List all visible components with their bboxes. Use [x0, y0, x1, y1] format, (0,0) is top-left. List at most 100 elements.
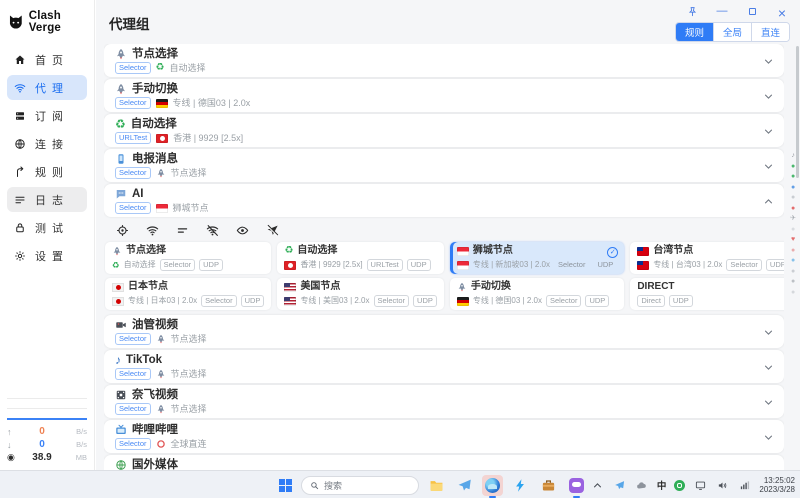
music-note-icon: ♪	[115, 355, 121, 365]
chevron-down-icon[interactable]	[763, 161, 774, 172]
search-placeholder: 搜索	[324, 479, 342, 492]
chevron-down-icon[interactable]	[763, 362, 774, 373]
sidebar-item-subscription[interactable]: 订阅	[7, 103, 87, 128]
group-row-node-select[interactable]: 节点选择 Selector♻自动选择	[104, 44, 784, 77]
sidebar-item-test[interactable]: 测试	[7, 215, 87, 240]
traffic-graph	[7, 390, 87, 420]
mode-rule-button[interactable]: 规则	[676, 23, 713, 41]
node-card-node-select[interactable]: 节点选择 ♻自动选择SelectorUDP	[105, 242, 271, 274]
globe-icon	[115, 459, 127, 470]
chevron-down-icon[interactable]	[763, 327, 774, 338]
taskbar-clock[interactable]: 13:25:02 2023/3/28	[759, 476, 795, 495]
edge-browser-icon[interactable]	[482, 475, 503, 496]
sidebar-item-home[interactable]: 首页	[7, 47, 87, 72]
briefcase-app-icon[interactable]	[538, 475, 559, 496]
group-current: 专线 | 德国03 | 2.0x	[173, 98, 251, 109]
chevron-down-icon[interactable]	[763, 56, 774, 67]
chevron-down-icon[interactable]	[763, 432, 774, 443]
group-row-telegram[interactable]: 电报消息 Selector节点选择	[104, 149, 784, 182]
sidebar-nav: 首页 代理 订阅 连接 规则 日志 测试 设置	[0, 46, 94, 269]
flag-jp-icon	[112, 283, 124, 292]
rules-icon	[14, 166, 26, 178]
chevron-up-icon[interactable]	[763, 196, 774, 207]
phone-icon	[115, 153, 127, 165]
sidebar-item-connections[interactable]: 连接	[7, 131, 87, 156]
chat-app-icon[interactable]	[566, 475, 587, 496]
tray-speaker-icon[interactable]	[715, 478, 729, 492]
telegram-app-icon[interactable]	[454, 475, 475, 496]
close-button[interactable]: ×	[776, 5, 788, 17]
group-toolbar	[104, 219, 784, 241]
tray-monitor-icon[interactable]	[693, 478, 707, 492]
tray-wechat-icon[interactable]	[674, 480, 685, 491]
scrollbar-thumb[interactable]	[796, 46, 799, 178]
minimize-button[interactable]: —	[716, 5, 728, 17]
tray-cloud-icon[interactable]	[635, 478, 649, 492]
tray-telegram-icon[interactable]	[613, 478, 627, 492]
clock-date: 2023/3/28	[759, 485, 795, 495]
clash-app-icon[interactable]	[510, 475, 531, 496]
tray-expand-chevron-icon[interactable]	[591, 478, 605, 492]
gear-icon	[14, 250, 26, 262]
flag-tw-icon	[637, 261, 649, 270]
group-row-auto-select[interactable]: ♻自动选择 URLTest香港 | 9929 [2.5x]	[104, 114, 784, 147]
group-scroll-index[interactable]: ♪● ●● ●● ✈● ♥● ●● ●●	[790, 152, 796, 296]
node-card-auto-select[interactable]: ♻自动选择 香港 | 9929 [2.5x]URLTestUDP	[277, 242, 443, 274]
file-explorer-icon[interactable]	[426, 475, 447, 496]
rocket-icon	[156, 334, 166, 344]
node-card-singapore-selected[interactable]: 狮城节点 专线 | 新加坡03 | 2.0xSelectorUDP ✓	[450, 242, 624, 274]
rocket-icon	[112, 246, 122, 256]
node-card-manual-switch[interactable]: 手动切换 专线 | 德国03 | 2.0xSelectorUDP	[450, 278, 624, 310]
group-name: 油管视频	[132, 318, 178, 332]
group-name: 奈飞视频	[132, 388, 178, 402]
visibility-icon[interactable]	[236, 224, 249, 237]
tray-network-icon[interactable]	[737, 478, 751, 492]
mode-direct-button[interactable]: 直连	[751, 23, 789, 41]
cat-logo-icon	[8, 14, 24, 30]
flag-de-icon	[156, 99, 168, 108]
node-card-direct[interactable]: DIRECT DirectUDP	[630, 278, 784, 310]
group-row-tiktok[interactable]: ♪TikTok Selector节点选择	[104, 350, 784, 383]
group-row-manual-switch[interactable]: 手动切换 Selector专线 | 德国03 | 2.0x	[104, 79, 784, 112]
mode-global-button[interactable]: 全局	[713, 23, 751, 41]
delay-test-icon[interactable]	[146, 224, 159, 237]
direct-ring-icon	[156, 439, 166, 449]
group-name: TikTok	[126, 353, 162, 367]
chevron-down-icon[interactable]	[763, 397, 774, 408]
group-current: 狮城节点	[173, 203, 209, 214]
flag-de-icon	[457, 297, 469, 306]
sidebar-item-settings[interactable]: 设置	[7, 243, 87, 268]
node-card-japan[interactable]: 日本节点 专线 | 日本03 | 2.0xSelectorUDP	[105, 278, 271, 310]
sidebar-item-logs[interactable]: 日志	[7, 187, 87, 212]
group-current: 节点选择	[171, 369, 207, 380]
globe-icon	[14, 138, 26, 150]
group-row-netflix[interactable]: 奈飞视频 Selector节点选择	[104, 385, 784, 418]
node-card-taiwan[interactable]: 台湾节点 专线 | 台湾03 | 2.0xSelectorUDP	[630, 242, 784, 274]
delay-filter-off-icon[interactable]	[206, 224, 219, 237]
pin-icon[interactable]	[686, 5, 698, 17]
video-camera-icon	[115, 319, 127, 331]
group-row-ai[interactable]: AI Selector狮城节点	[104, 184, 784, 217]
sidebar-item-proxy[interactable]: 代理	[7, 75, 87, 100]
start-button[interactable]	[276, 476, 294, 494]
chevron-down-icon[interactable]	[763, 91, 774, 102]
search-input[interactable]: 搜索	[301, 476, 419, 495]
locate-node-icon[interactable]	[116, 224, 129, 237]
group-row-foreign-media[interactable]: 国外媒体	[104, 455, 784, 470]
flag-hk-icon	[156, 134, 168, 143]
ime-indicator[interactable]: 中	[657, 478, 667, 492]
sort-icon[interactable]	[176, 224, 189, 237]
rocket-icon	[156, 404, 166, 414]
subscription-icon	[14, 110, 26, 122]
app-title: Clash Verge	[29, 10, 88, 34]
sidebar-item-rules[interactable]: 规则	[7, 159, 87, 184]
group-row-bilibili[interactable]: 哔哩哔哩 Selector全球直连	[104, 420, 784, 453]
maximize-button[interactable]	[746, 5, 758, 17]
chevron-down-icon[interactable]	[763, 126, 774, 137]
node-card-usa[interactable]: 美国节点 专线 | 美国03 | 2.0xSelectorUDP	[277, 278, 443, 310]
home-icon	[14, 54, 26, 66]
group-row-youtube[interactable]: 油管视频 Selector节点选择	[104, 315, 784, 348]
proxy-filter-icon[interactable]	[266, 224, 279, 237]
group-current: 香港 | 9929 [2.5x]	[173, 133, 243, 144]
group-current: 节点选择	[171, 334, 207, 345]
